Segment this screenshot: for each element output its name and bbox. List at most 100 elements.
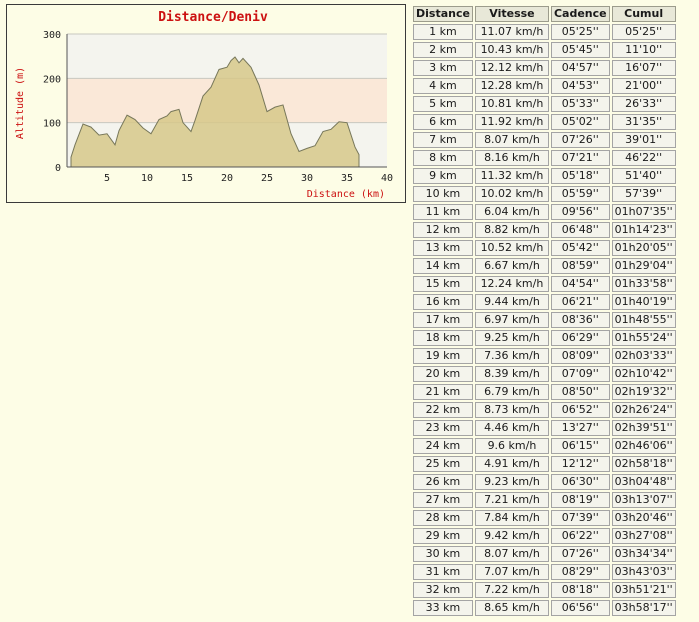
y-tick-label: 100 xyxy=(43,119,61,130)
cell-cadence: 04'53'' xyxy=(550,78,610,94)
cell-distance: 32 km xyxy=(413,582,473,598)
cell-cumul: 02h19'32'' xyxy=(611,384,676,400)
cell-vitesse: 8.73 km/h xyxy=(474,402,549,418)
table-row: 16 km 9.44 km/h 06'21'' 01h40'19'' xyxy=(413,294,676,310)
cell-distance: 27 km xyxy=(413,492,473,508)
cell-vitesse: 12.28 km/h xyxy=(474,78,549,94)
cell-cumul: 51'40'' xyxy=(611,168,676,184)
cell-cumul: 01h29'04'' xyxy=(611,258,676,274)
x-tick-label: 15 xyxy=(181,173,193,184)
cell-vitesse: 11.32 km/h xyxy=(474,168,549,184)
cell-cadence: 08'36'' xyxy=(550,312,610,328)
cell-cumul: 03h04'48'' xyxy=(611,474,676,490)
cell-cumul: 02h10'42'' xyxy=(611,366,676,382)
cell-vitesse: 6.97 km/h xyxy=(474,312,549,328)
cell-cadence: 12'12'' xyxy=(550,456,610,472)
cell-cumul: 03h27'08'' xyxy=(611,528,676,544)
cell-vitesse: 12.24 km/h xyxy=(474,276,549,292)
y-tick-label: 300 xyxy=(43,30,61,41)
cell-cumul: 03h20'46'' xyxy=(611,510,676,526)
cell-cadence: 05'18'' xyxy=(550,168,610,184)
cell-cumul: 11'10'' xyxy=(611,42,676,58)
cell-cadence: 05'45'' xyxy=(550,42,610,58)
cell-cumul: 21'00'' xyxy=(611,78,676,94)
table-row: 25 km 4.91 km/h 12'12'' 02h58'18'' xyxy=(413,456,676,472)
cell-distance: 2 km xyxy=(413,42,473,58)
cell-vitesse: 9.25 km/h xyxy=(474,330,549,346)
cell-cadence: 09'56'' xyxy=(550,204,610,220)
x-tick-label: 25 xyxy=(261,173,273,184)
table-row: 17 km 6.97 km/h 08'36'' 01h48'55'' xyxy=(413,312,676,328)
cell-distance: 8 km xyxy=(413,150,473,166)
cell-distance: 22 km xyxy=(413,402,473,418)
cell-cumul: 03h51'21'' xyxy=(611,582,676,598)
splits-body: 1 km 11.07 km/h 05'25'' 05'25'' 2 km 10.43 km… xyxy=(413,24,676,616)
cell-distance: 18 km xyxy=(413,330,473,346)
cell-cumul: 57'39'' xyxy=(611,186,676,202)
cell-cumul: 26'33'' xyxy=(611,96,676,112)
cell-distance: 23 km xyxy=(413,420,473,436)
cell-cadence: 04'54'' xyxy=(550,276,610,292)
cell-cumul: 02h26'24'' xyxy=(611,402,676,418)
table-row: 26 km 9.23 km/h 06'30'' 03h04'48'' xyxy=(413,474,676,490)
cell-distance: 15 km xyxy=(413,276,473,292)
x-tick-label: 40 xyxy=(381,173,393,184)
cell-vitesse: 9.6 km/h xyxy=(474,438,549,454)
table-row: 2 km 10.43 km/h 05'45'' 11'10'' xyxy=(413,42,676,58)
table-row: 10 km 10.02 km/h 05'59'' 57'39'' xyxy=(413,186,676,202)
cell-cadence: 06'21'' xyxy=(550,294,610,310)
x-tick-label: 30 xyxy=(301,173,313,184)
cell-vitesse: 7.07 km/h xyxy=(474,564,549,580)
x-tick-label: 5 xyxy=(104,173,110,184)
cell-cadence: 08'18'' xyxy=(550,582,610,598)
cell-distance: 5 km xyxy=(413,96,473,112)
cell-distance: 33 km xyxy=(413,600,473,616)
cell-cumul: 01h20'05'' xyxy=(611,240,676,256)
cell-cadence: 07'26'' xyxy=(550,132,610,148)
elevation-chart: Distance/Deniv Altitude (m) Distance (km… xyxy=(6,4,406,203)
cell-cadence: 06'29'' xyxy=(550,330,610,346)
table-row: 7 km 8.07 km/h 07'26'' 39'01'' xyxy=(413,132,676,148)
cell-distance: 7 km xyxy=(413,132,473,148)
cell-vitesse: 6.67 km/h xyxy=(474,258,549,274)
cell-vitesse: 11.92 km/h xyxy=(474,114,549,130)
cell-vitesse: 11.07 km/h xyxy=(474,24,549,40)
cell-cadence: 06'52'' xyxy=(550,402,610,418)
cell-vitesse: 8.07 km/h xyxy=(474,546,549,562)
x-tick-label: 35 xyxy=(341,173,353,184)
table-row: 20 km 8.39 km/h 07'09'' 02h10'42'' xyxy=(413,366,676,382)
cell-cadence: 05'02'' xyxy=(550,114,610,130)
splits-table-wrapper: Distance Vitesse Cadence Cumul 1 km 11.07… xyxy=(411,4,678,618)
cell-cadence: 05'42'' xyxy=(550,240,610,256)
table-row: 4 km 12.28 km/h 04'53'' 21'00'' xyxy=(413,78,676,94)
cell-cadence: 08'09'' xyxy=(550,348,610,364)
cell-vitesse: 10.02 km/h xyxy=(474,186,549,202)
cell-cumul: 03h43'03'' xyxy=(611,564,676,580)
table-row: 3 km 12.12 km/h 04'57'' 16'07'' xyxy=(413,60,676,76)
cell-cumul: 05'25'' xyxy=(611,24,676,40)
cell-vitesse: 4.91 km/h xyxy=(474,456,549,472)
cell-cumul: 02h39'51'' xyxy=(611,420,676,436)
table-row: 9 km 11.32 km/h 05'18'' 51'40'' xyxy=(413,168,676,184)
cell-cumul: 03h13'07'' xyxy=(611,492,676,508)
cell-cumul: 01h48'55'' xyxy=(611,312,676,328)
cell-cadence: 06'22'' xyxy=(550,528,610,544)
cell-cumul: 03h34'34'' xyxy=(611,546,676,562)
y-axis-label: Altitude (m) xyxy=(15,67,26,139)
cell-cadence: 06'30'' xyxy=(550,474,610,490)
cell-distance: 10 km xyxy=(413,186,473,202)
cell-cumul: 31'35'' xyxy=(611,114,676,130)
cell-cumul: 01h07'35'' xyxy=(611,204,676,220)
cell-vitesse: 7.84 km/h xyxy=(474,510,549,526)
cell-cadence: 13'27'' xyxy=(550,420,610,436)
table-row: 19 km 7.36 km/h 08'09'' 02h03'33'' xyxy=(413,348,676,364)
table-row: 11 km 6.04 km/h 09'56'' 01h07'35'' xyxy=(413,204,676,220)
cell-cadence: 08'19'' xyxy=(550,492,610,508)
cell-vitesse: 8.07 km/h xyxy=(474,132,549,148)
cell-cumul: 16'07'' xyxy=(611,60,676,76)
cell-vitesse: 6.79 km/h xyxy=(474,384,549,400)
cell-vitesse: 10.52 km/h xyxy=(474,240,549,256)
cell-distance: 19 km xyxy=(413,348,473,364)
table-row: 21 km 6.79 km/h 08'50'' 02h19'32'' xyxy=(413,384,676,400)
table-row: 31 km 7.07 km/h 08'29'' 03h43'03'' xyxy=(413,564,676,580)
